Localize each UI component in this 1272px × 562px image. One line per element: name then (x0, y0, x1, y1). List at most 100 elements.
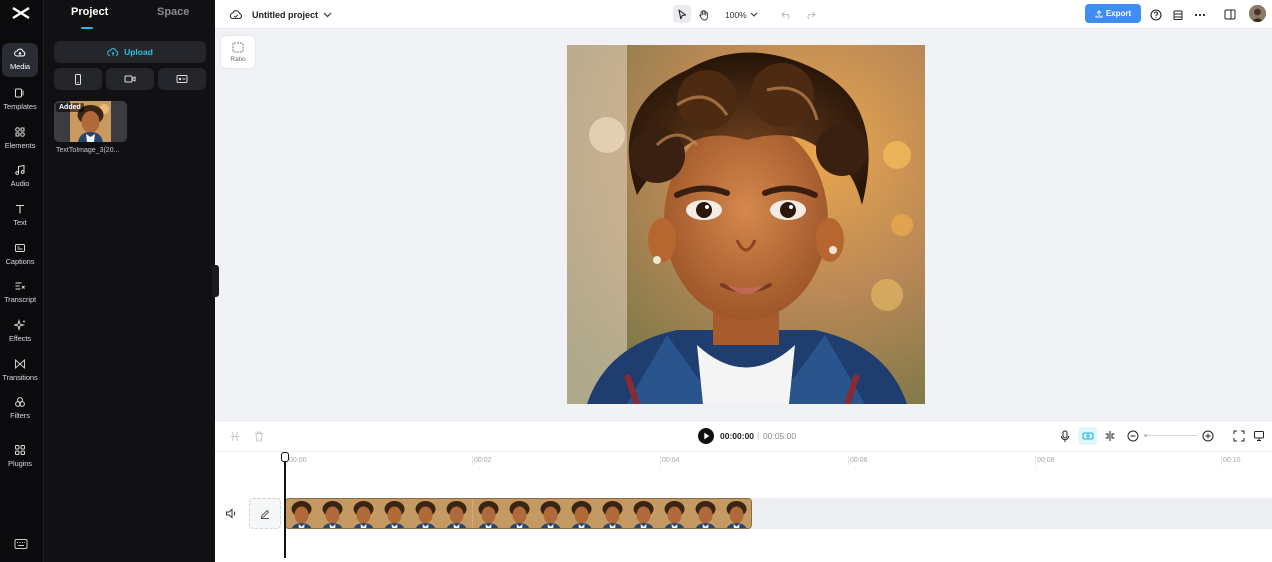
undo-icon (781, 11, 790, 19)
tick-label: 00:06 (850, 457, 868, 464)
more-options-button[interactable] (1194, 0, 1206, 29)
track-audio-toggle-icon[interactable] (225, 508, 237, 519)
auto-snap-toggle[interactable] (1078, 427, 1097, 445)
rail-item-templates[interactable]: Templates (2, 83, 38, 117)
rail-label: Media (10, 62, 30, 71)
video-clip[interactable] (285, 498, 752, 529)
pencil-edit-icon (260, 509, 270, 519)
rail-item-transitions[interactable]: Transitions (2, 354, 38, 388)
preview-monitor-icon[interactable] (1253, 430, 1265, 442)
panel-collapse-handle[interactable] (212, 265, 219, 297)
rail-item-transcript[interactable]: Transcript (2, 276, 38, 310)
tick-label: 00:10 (1223, 457, 1241, 464)
rail-item-captions[interactable]: Captions (2, 238, 38, 272)
zoom-slider[interactable] (1144, 435, 1197, 436)
rail-item-elements[interactable]: Elements (2, 122, 38, 156)
rail-item-plugins[interactable]: Plugins (2, 440, 38, 474)
elements-icon (15, 127, 25, 137)
snap-magnet-icon (1081, 432, 1094, 440)
captions-icon (15, 244, 25, 252)
layout-toggle-button[interactable] (1224, 0, 1236, 29)
delete-trash-icon[interactable] (254, 431, 264, 442)
rail-item-effects[interactable]: Effects (2, 315, 38, 349)
screen-record-icon (176, 75, 188, 83)
rail-item-media[interactable]: Media (2, 43, 38, 77)
tick-label: 00:08 (1037, 457, 1055, 464)
clip-frame-thumbnail (534, 499, 566, 528)
split-icon[interactable] (230, 431, 240, 442)
tick-line (472, 456, 473, 465)
clip-frame-thumbnail (721, 499, 751, 528)
clip-frame-thumbnail (286, 499, 318, 528)
zoom-out-icon[interactable] (1127, 430, 1139, 442)
undo-button[interactable] (781, 0, 792, 29)
project-menu-button[interactable] (323, 0, 332, 29)
microphone-icon[interactable] (1060, 430, 1070, 443)
redo-icon (807, 11, 816, 19)
play-button[interactable] (698, 428, 714, 444)
zoom-dropdown[interactable]: 100% (725, 0, 758, 29)
storage-button[interactable] (1172, 0, 1184, 29)
rail-label: Transitions (2, 373, 38, 382)
tab-project[interactable]: Project (71, 6, 108, 18)
clip-frame-thumbnail (472, 499, 504, 528)
rail-label: Templates (3, 102, 37, 111)
rail-label: Text (13, 218, 27, 227)
chevron-down-icon (323, 12, 332, 17)
help-question-icon (1150, 8, 1162, 21)
zoom-in-icon[interactable] (1202, 430, 1214, 442)
ratio-button[interactable]: Ratio (221, 36, 255, 68)
rail-item-audio[interactable]: Audio (2, 160, 38, 194)
help-button[interactable] (1150, 0, 1162, 29)
rail-item-text[interactable]: Text (2, 199, 38, 233)
playhead-line[interactable] (284, 452, 286, 558)
playhead-handle[interactable] (281, 452, 289, 462)
clip-frame-thumbnail (596, 499, 628, 528)
hand-icon (699, 9, 708, 20)
tab-space[interactable]: Space (157, 6, 189, 18)
select-tool-button[interactable] (673, 5, 691, 23)
ratio-frame-icon (232, 42, 244, 52)
clip-frame-thumbnail (348, 499, 380, 528)
redo-button[interactable] (805, 0, 816, 29)
rail-label: Plugins (8, 459, 32, 468)
rail-label: Transcript (3, 295, 37, 304)
cursor-arrow-icon (678, 8, 687, 19)
cloud-upload-icon (107, 48, 119, 56)
added-badge: Added (56, 103, 84, 112)
layout-panel-icon (1224, 9, 1236, 20)
cloud-save-status[interactable] (229, 0, 243, 29)
screen-record-button[interactable] (158, 68, 206, 90)
filters-icon (15, 397, 25, 407)
export-upload-icon (1095, 9, 1103, 17)
export-button[interactable]: Export (1085, 4, 1141, 23)
clip-frame-thumbnail (565, 499, 597, 528)
avatar[interactable] (1249, 5, 1266, 22)
panel-tabs: Project Space (44, 0, 215, 29)
ratio-label: Ratio (230, 55, 246, 63)
clip-frame-thumbnail (503, 499, 535, 528)
chevron-down-icon (750, 12, 758, 17)
split-clip-icon[interactable] (1104, 430, 1116, 442)
project-title[interactable]: Untitled project (252, 0, 318, 29)
keyboard-shortcuts-icon[interactable] (14, 538, 28, 550)
stack-icon (1173, 10, 1183, 20)
hand-tool-button[interactable] (698, 0, 710, 29)
active-tab-indicator (81, 27, 93, 29)
clip-frame-thumbnail (410, 499, 442, 528)
upload-button[interactable]: Upload (54, 41, 206, 63)
capcut-logo-icon[interactable] (10, 4, 32, 22)
phone-source-button[interactable] (54, 68, 102, 90)
time-separator: | (757, 431, 760, 440)
media-thumbnail[interactable]: Added (54, 101, 127, 142)
fit-timeline-icon[interactable] (1233, 430, 1245, 442)
video-source-button[interactable] (106, 68, 154, 90)
media-filename: TextToImage_3(20... (56, 147, 120, 154)
total-duration: 00:05:00 (763, 431, 797, 441)
preview-image[interactable] (567, 45, 925, 404)
rail-item-filters[interactable]: Filters (2, 392, 38, 426)
timeline: 00:00 00:02 00:04 00:06 00:08 00:10 (215, 451, 1272, 562)
video-camera-icon (124, 75, 136, 83)
track-edit-cover[interactable] (249, 498, 281, 529)
zoom-slider-thumb[interactable] (1144, 434, 1147, 437)
